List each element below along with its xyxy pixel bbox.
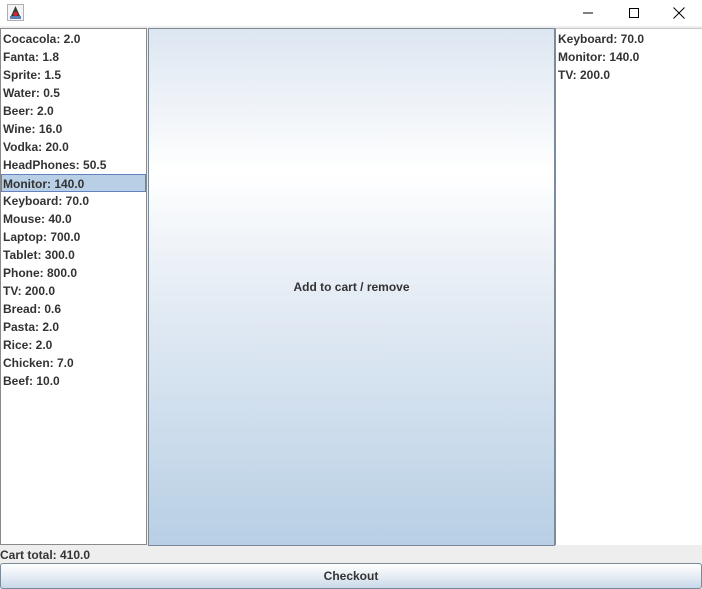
product-list-item[interactable]: Water: 0.5 — [1, 84, 146, 102]
product-list-item[interactable]: Wine: 16.0 — [1, 120, 146, 138]
checkout-button[interactable]: Checkout — [0, 563, 702, 589]
maximize-icon — [629, 8, 639, 18]
product-list-item[interactable]: Laptop: 700.0 — [1, 228, 146, 246]
product-list-item[interactable]: Bread: 0.6 — [1, 300, 146, 318]
product-list-item[interactable]: HeadPhones: 50.5 — [1, 156, 146, 174]
cart-list-item[interactable]: Keyboard: 70.0 — [556, 30, 702, 48]
product-list-item[interactable]: Beef: 10.0 — [1, 372, 146, 390]
product-list-item[interactable]: Chicken: 7.0 — [1, 354, 146, 372]
cart-list-item[interactable]: TV: 200.0 — [556, 66, 702, 84]
product-list-item[interactable]: Phone: 800.0 — [1, 264, 146, 282]
cart-total-label: Cart total: 410.0 — [0, 548, 91, 562]
cart-list[interactable]: Keyboard: 70.0 Monitor: 140.0 TV: 200.0 — [555, 28, 702, 545]
product-list-item[interactable]: Sprite: 1.5 — [1, 66, 146, 84]
product-list-item[interactable]: Mouse: 40.0 — [1, 210, 146, 228]
title-bar — [0, 0, 702, 26]
product-list-item[interactable]: Rice: 2.0 — [1, 336, 146, 354]
cart-list-item[interactable]: Monitor: 140.0 — [556, 48, 702, 66]
product-list-item[interactable]: Vodka: 20.0 — [1, 138, 146, 156]
minimize-icon — [583, 8, 593, 18]
product-list-item[interactable]: Keyboard: 70.0 — [1, 192, 146, 210]
product-list-item[interactable]: Beer: 2.0 — [1, 102, 146, 120]
product-list-item[interactable]: Pasta: 2.0 — [1, 318, 146, 336]
add-remove-button[interactable]: Add to cart / remove — [148, 28, 555, 546]
product-list-item[interactable]: Monitor: 140.0 — [1, 174, 146, 192]
product-list-item[interactable]: TV: 200.0 — [1, 282, 146, 300]
product-list-item[interactable]: Cocacola: 2.0 — [1, 30, 146, 48]
minimize-button[interactable] — [565, 0, 611, 26]
product-list[interactable]: Cocacola: 2.0 Fanta: 1.8 Sprite: 1.5 Water:… — [0, 28, 147, 545]
close-icon — [673, 7, 685, 19]
product-list-item[interactable]: Fanta: 1.8 — [1, 48, 146, 66]
java-duke-icon — [7, 4, 24, 21]
close-button[interactable] — [656, 0, 702, 26]
product-list-item[interactable]: Tablet: 300.0 — [1, 246, 146, 264]
maximize-button[interactable] — [611, 0, 657, 26]
